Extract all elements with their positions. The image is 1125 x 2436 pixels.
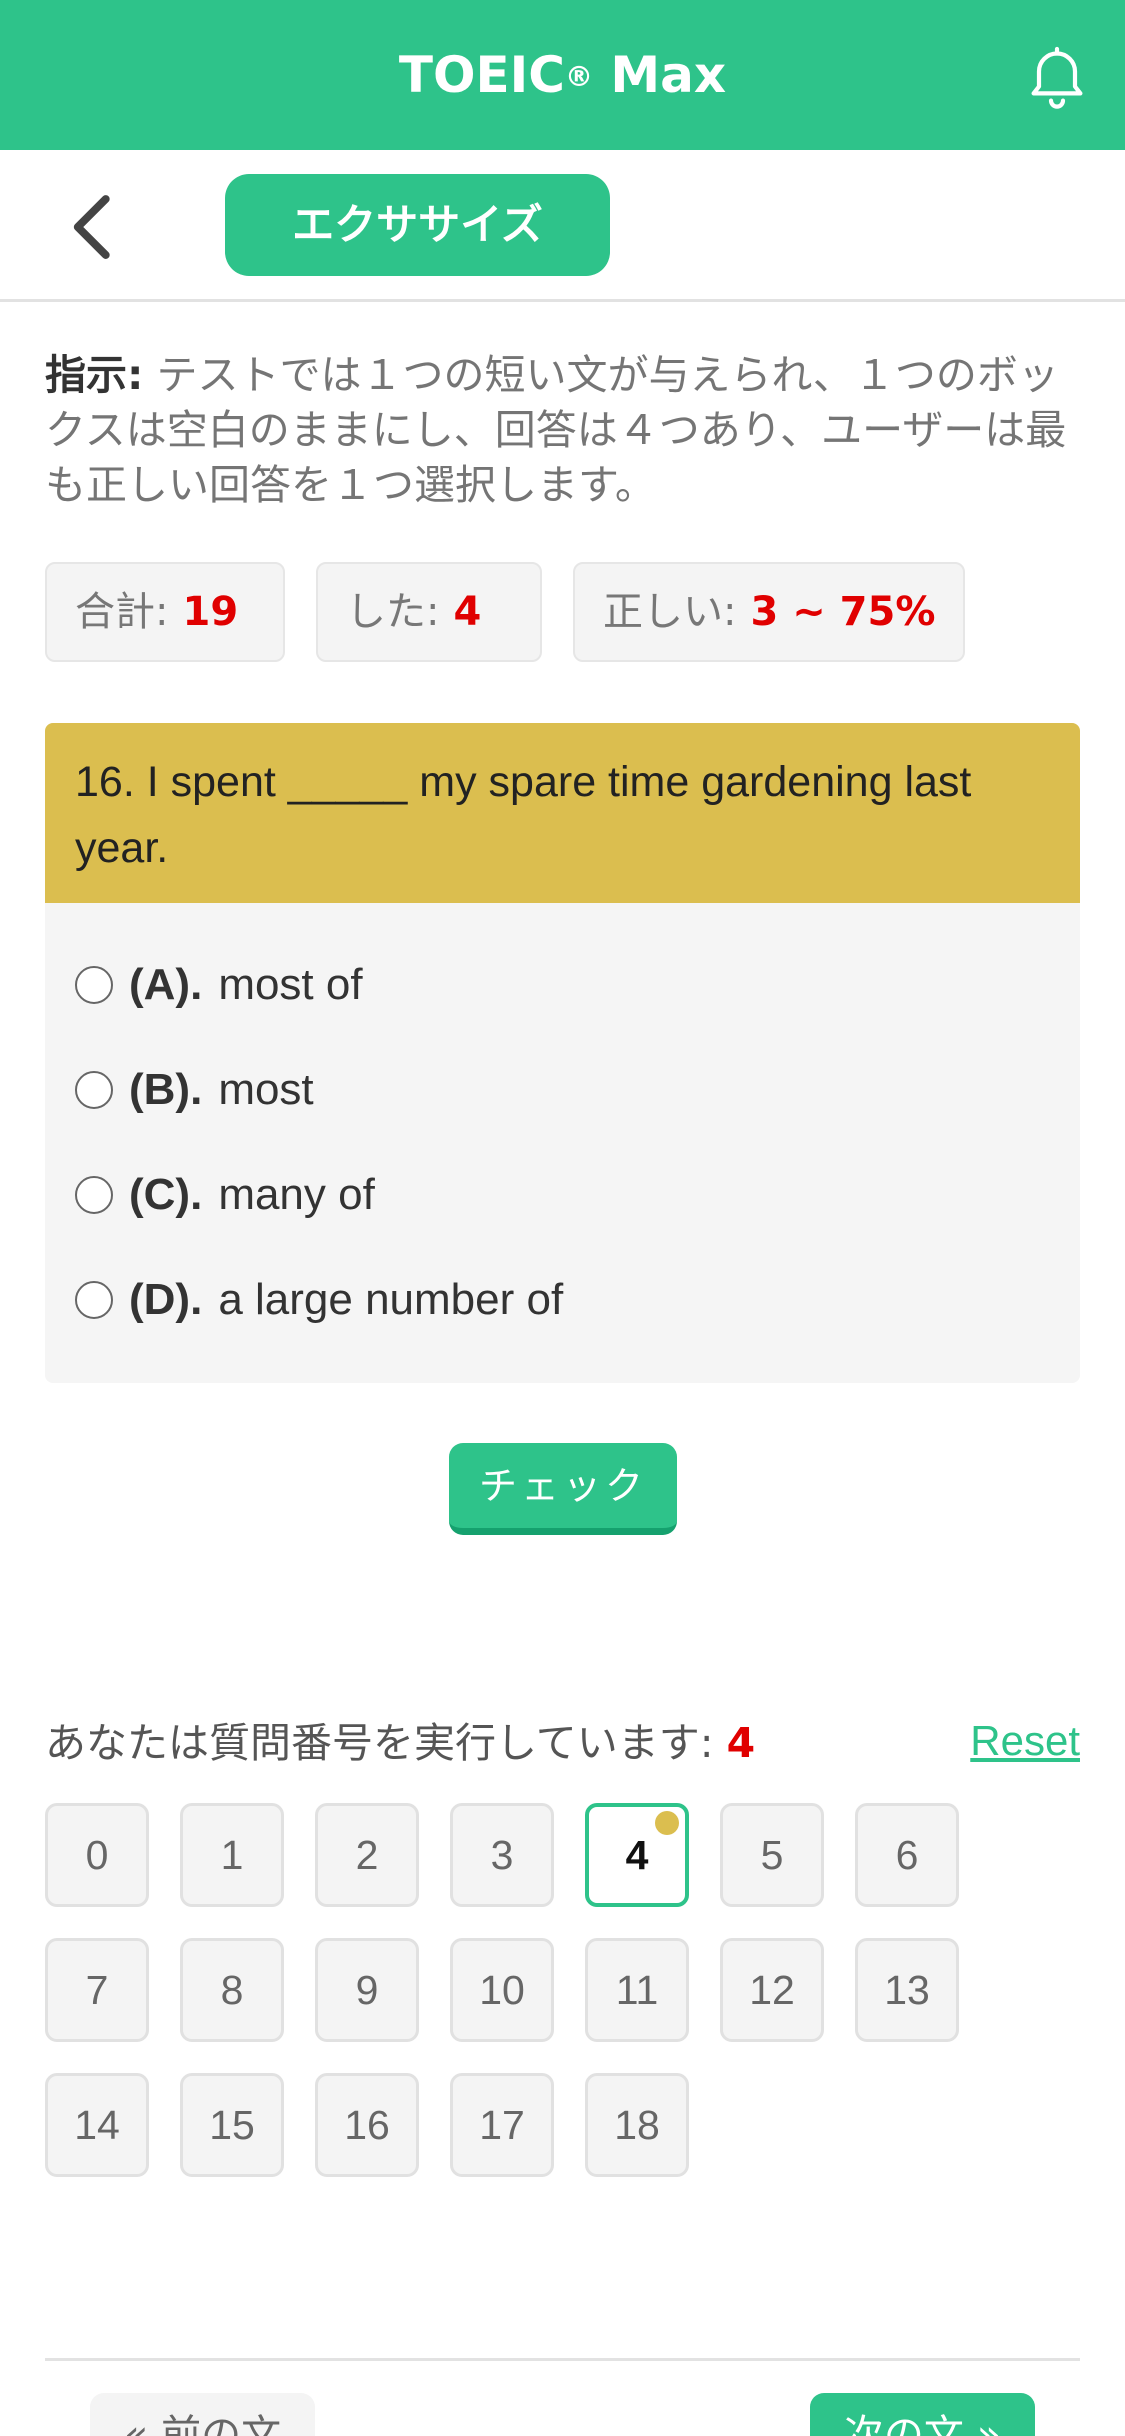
question-number-button-current[interactable]: 4 [585,1803,689,1907]
chevron-left-icon[interactable] [60,192,120,262]
question-number-button[interactable]: 10 [450,1938,554,2042]
question-number-button[interactable]: 12 [720,1938,824,2042]
question-number-button[interactable]: 14 [45,2073,149,2177]
footer-divider [45,2358,1080,2361]
question-number-button[interactable]: 5 [720,1803,824,1907]
question-number-button[interactable]: 17 [450,2073,554,2177]
stat-correct: 正しい: 3 ~ 75% [573,562,965,662]
instructions-text: テストでは１つの短い文が与えられ、１つのボックスは空白のままにし、回答は４つあり… [45,351,1067,509]
question-number-button[interactable]: 9 [315,1938,419,2042]
app-bar: TOEIC® Max [0,0,1125,150]
question-text: 16. I spent _____ my spare time gardenin… [45,723,1080,903]
radio-button[interactable] [75,1281,113,1319]
option-d[interactable]: (D). a large number of [75,1265,563,1335]
reset-link[interactable]: Reset [970,1711,1080,1771]
option-b[interactable]: (B). most [75,1055,314,1125]
question-number-button[interactable]: 1 [180,1803,284,1907]
question-number-button[interactable]: 13 [855,1938,959,2042]
stat-done: した: 4 [316,562,542,662]
question-number-button[interactable]: 8 [180,1938,284,2042]
bell-icon[interactable] [1021,38,1093,114]
question-number-button[interactable]: 7 [45,1938,149,2042]
progress-label: あなたは質問番号を実行しています: 4 [45,1719,756,1767]
check-button[interactable]: チェック [449,1443,677,1535]
question-number-button[interactable]: 6 [855,1803,959,1907]
option-a[interactable]: (A). most of [75,950,363,1020]
question-number-button[interactable]: 16 [315,2073,419,2177]
option-c[interactable]: (C). many of [75,1160,375,1230]
radio-button[interactable] [75,1071,113,1109]
question-number-button[interactable]: 18 [585,2073,689,2177]
app-title: TOEIC® Max [398,46,727,104]
stat-total: 合計: 19 [45,562,285,662]
radio-button[interactable] [75,966,113,1004]
question-number-button[interactable]: 11 [585,1938,689,2042]
question-card: 16. I spent _____ my spare time gardenin… [45,723,1080,1383]
question-number-button[interactable]: 0 [45,1803,149,1907]
instructions: 指示: テストでは１つの短い文が与えられ、１つのボックスは空白のままにし、回答は… [45,348,1085,513]
current-question-number: 4 [726,1719,756,1767]
status-dot [655,1811,679,1835]
next-button[interactable]: 次の文 » [810,2393,1035,2436]
instructions-label: 指示: [45,351,144,399]
question-number-button[interactable]: 2 [315,1803,419,1907]
question-number-button[interactable]: 15 [180,2073,284,2177]
sub-bar: エクササイズ [0,150,1125,302]
question-number-button[interactable]: 3 [450,1803,554,1907]
previous-button[interactable]: « 前の文 [90,2393,315,2436]
tab-exercise[interactable]: エクササイズ [225,174,610,276]
radio-button[interactable] [75,1176,113,1214]
